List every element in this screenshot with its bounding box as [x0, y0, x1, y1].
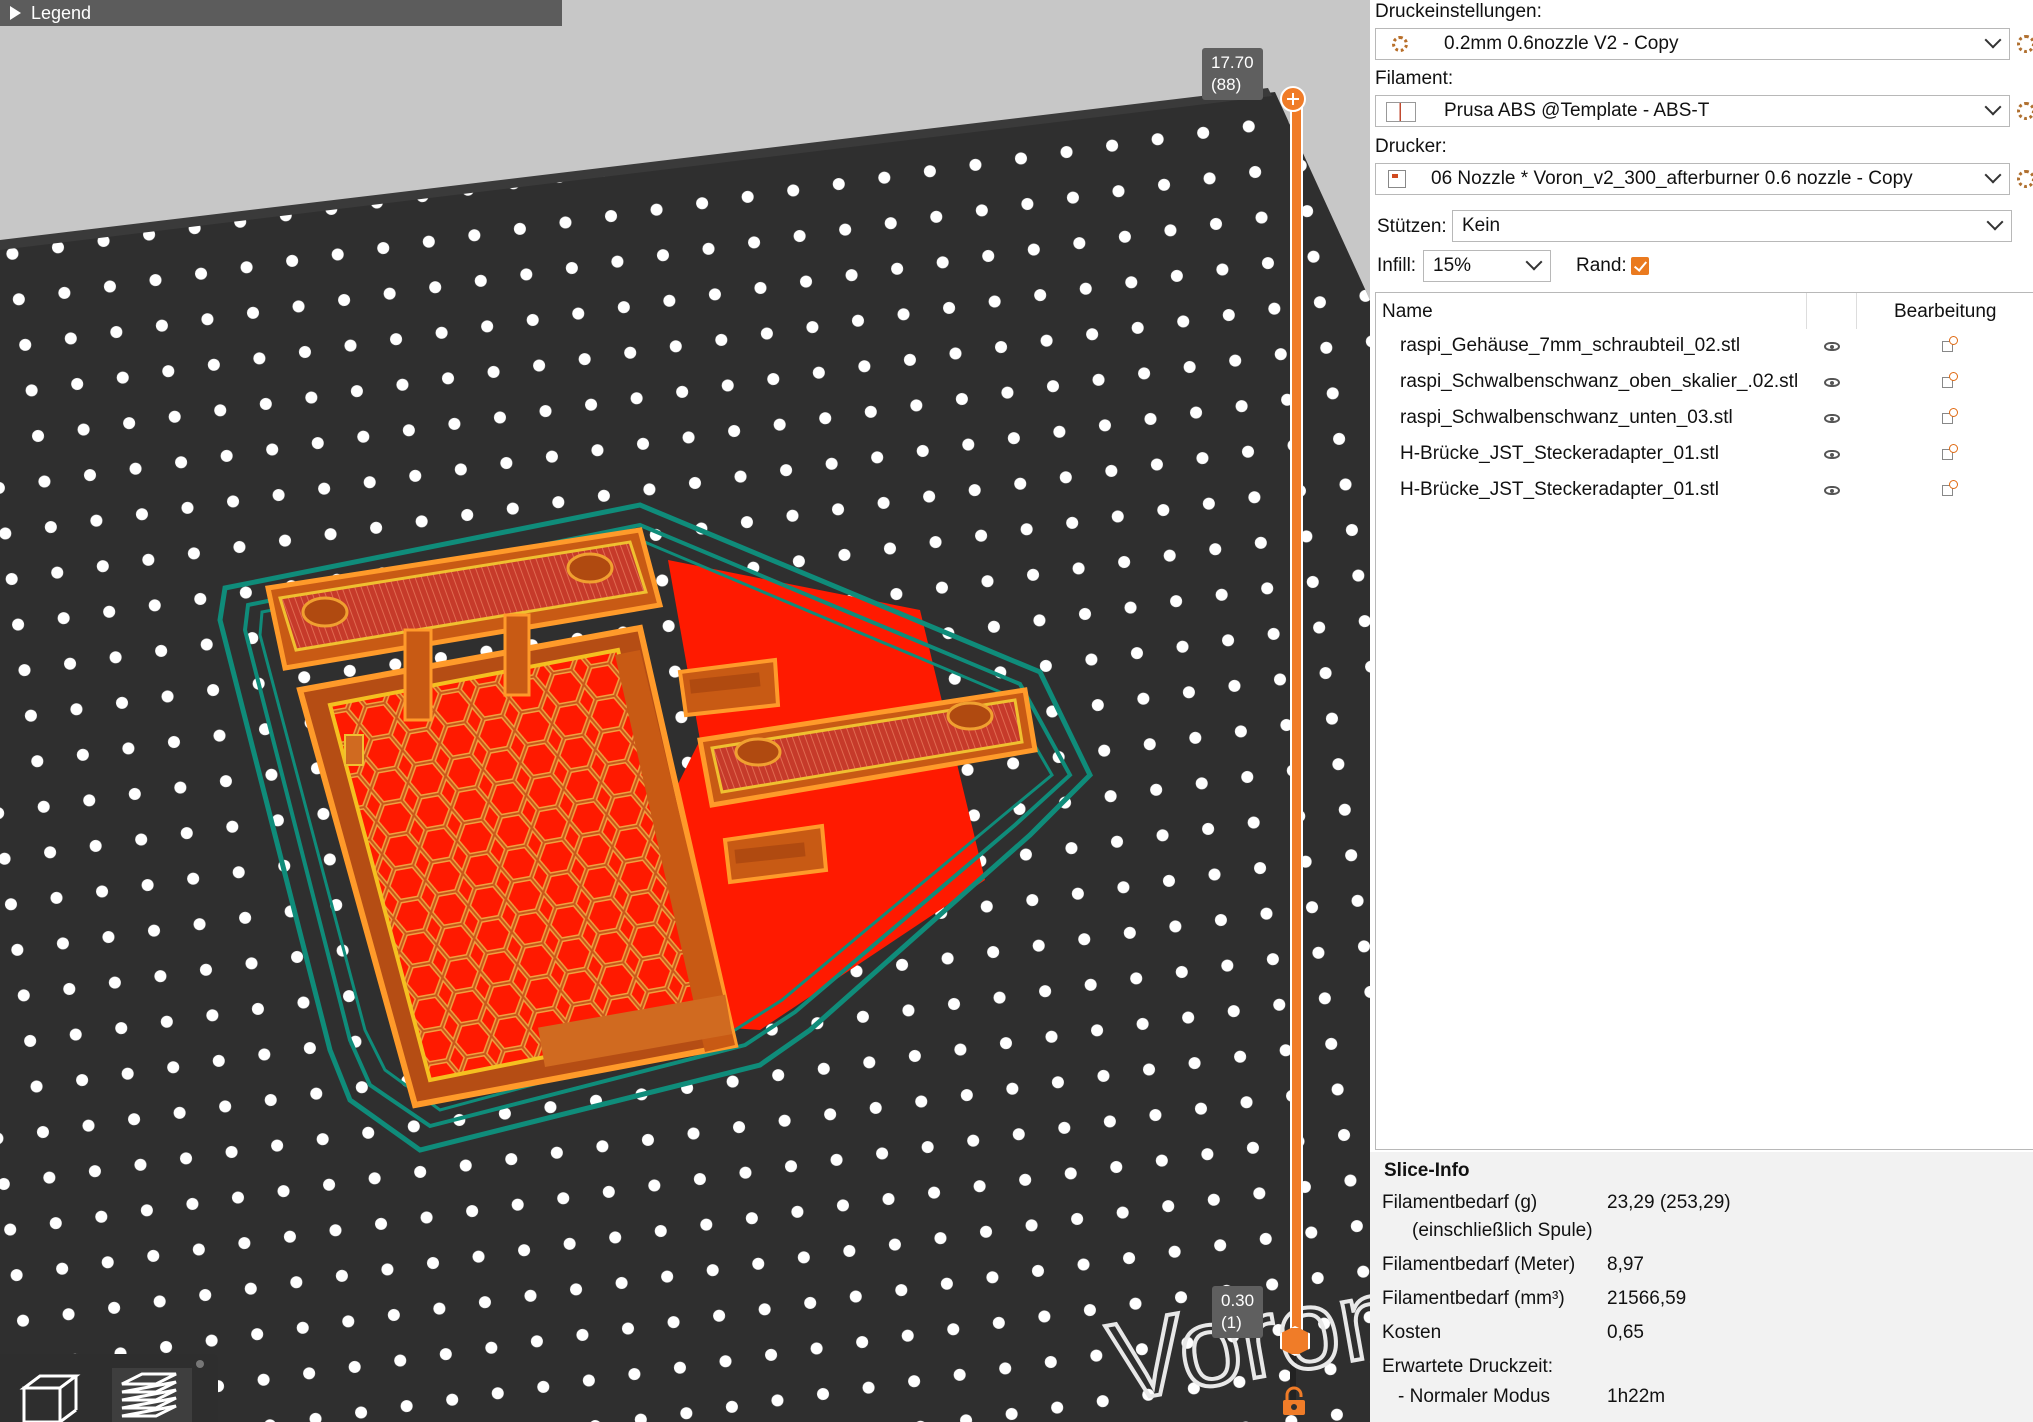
supports-value: Kein — [1462, 215, 1501, 236]
slider-bottom-height: 0.30 — [1221, 1291, 1255, 1310]
edit-object-icon[interactable] — [1942, 372, 1958, 388]
filament-g-sub: (einschließlich Spule) — [1412, 1220, 1593, 1241]
object-name: H-Brücke_JST_Steckeradapter_01.stl — [1400, 443, 1719, 464]
filament-mm3-value: 21566,59 — [1607, 1288, 1687, 1309]
visibility-eye-icon[interactable] — [1824, 414, 1840, 423]
print-settings-value: 0.2mm 0.6nozzle V2 - Copy — [1444, 33, 1679, 54]
print-bed-preview: Voron — [0, 88, 1370, 1422]
print-settings-label: Druckeinstellungen: — [1375, 1, 1542, 22]
view-toolbar — [0, 1354, 218, 1422]
infill-label: Infill: — [1377, 255, 1417, 276]
slice-info-panel: Slice-Info Filamentbedarf (g) 23,29 (253… — [1370, 1152, 2033, 1422]
edit-object-icon[interactable] — [1942, 408, 1958, 424]
object-row[interactable]: H-Brücke_JST_Steckeradapter_01.stl — [1376, 473, 2033, 509]
3d-viewport[interactable]: Voron Legend 17.70 (88) 0.30 (1) — [0, 0, 1370, 1422]
chevron-down-icon — [1984, 31, 2002, 49]
normal-mode-value: 1h22m — [1607, 1386, 1666, 1407]
filament-value: Prusa ABS @Template - ABS-T — [1444, 100, 1710, 121]
normal-mode-label: - Normaler Modus — [1398, 1386, 1551, 1407]
filament-m-value: 8,97 — [1607, 1254, 1644, 1275]
infill-combo[interactable]: 15% — [1423, 250, 1551, 282]
filament-label: Filament: — [1375, 68, 1454, 89]
layer-slider-top-handle[interactable] — [1280, 86, 1306, 112]
object-name: raspi_Gehäuse_7mm_schraubteil_02.stl — [1400, 335, 1741, 356]
print-settings-combo[interactable]: 0.2mm 0.6nozzle V2 - Copy — [1375, 28, 2010, 60]
edit-object-icon[interactable] — [1942, 480, 1958, 496]
filament-color-swatch-icon — [1386, 102, 1416, 122]
slice-info-title: Slice-Info — [1384, 1160, 1470, 1181]
edit-object-icon[interactable] — [1942, 444, 1958, 460]
visibility-eye-icon[interactable] — [1824, 486, 1840, 495]
layer-slider[interactable] — [1284, 95, 1304, 1345]
legend-label: Legend — [31, 3, 92, 23]
cost-value: 0,65 — [1607, 1322, 1644, 1343]
object-row[interactable]: raspi_Gehäuse_7mm_schraubteil_02.stl — [1376, 329, 2033, 365]
column-divider — [1806, 293, 1807, 329]
lock-icon[interactable] — [1280, 1386, 1308, 1416]
legend-toggle[interactable]: Legend — [0, 0, 562, 26]
object-row[interactable]: raspi_Schwalbenschwanz_oben_skalier_.02.… — [1376, 365, 2033, 401]
print-settings-edit-gear-icon[interactable] — [2017, 35, 2033, 53]
filament-m-label: Filamentbedarf (Meter) — [1382, 1254, 1576, 1275]
slider-top-height: 17.70 — [1211, 53, 1254, 72]
object-row[interactable]: raspi_Schwalbenschwanz_unten_03.stl — [1376, 401, 2033, 437]
filament-g-value: 23,29 (253,29) — [1607, 1192, 1731, 1213]
printer-value: 06 Nozzle * Voron_v2_300_afterburner 0.6… — [1431, 168, 1913, 189]
layer-slider-track — [1290, 95, 1303, 1345]
supports-label: Stützen: — [1377, 216, 1447, 237]
object-name: H-Brücke_JST_Steckeradapter_01.stl — [1400, 479, 1719, 500]
chevron-down-icon — [1984, 166, 2002, 184]
slider-bottom-label: 0.30 (1) — [1212, 1286, 1264, 1338]
object-name: raspi_Schwalbenschwanz_unten_03.stl — [1400, 407, 1733, 428]
visibility-eye-icon[interactable] — [1824, 342, 1840, 351]
filament-combo[interactable]: Prusa ABS @Template - ABS-T — [1375, 95, 2010, 127]
filament-mm3-label: Filamentbedarf (mm³) — [1382, 1288, 1565, 1309]
column-header-edit[interactable]: Bearbeitung — [1894, 301, 1996, 323]
expand-triangle-icon — [10, 6, 21, 20]
slider-top-layer: (88) — [1211, 75, 1242, 94]
filament-g-label: Filamentbedarf (g) — [1382, 1192, 1538, 1213]
printer-label: Drucker: — [1375, 136, 1447, 157]
slider-top-label: 17.70 (88) — [1202, 48, 1263, 100]
printer-combo[interactable]: 06 Nozzle * Voron_v2_300_afterburner 0.6… — [1375, 163, 2010, 195]
visibility-eye-icon[interactable] — [1824, 378, 1840, 387]
supports-combo[interactable]: Kein — [1452, 210, 2012, 242]
object-list-header: Name Bearbeitung — [1376, 293, 2033, 329]
column-divider — [1856, 293, 1857, 329]
infill-value: 15% — [1433, 255, 1472, 276]
chevron-down-icon — [1525, 253, 1543, 271]
printer-edit-gear-icon[interactable] — [2017, 170, 2033, 188]
object-name: raspi_Schwalbenschwanz_oben_skalier_.02.… — [1400, 371, 1799, 392]
brim-checkbox[interactable] — [1631, 257, 1649, 275]
visibility-eye-icon[interactable] — [1824, 450, 1840, 459]
slider-bottom-layer: (1) — [1221, 1313, 1242, 1332]
layers-view-icon[interactable] — [112, 1368, 192, 1422]
object-row[interactable]: H-Brücke_JST_Steckeradapter_01.stl — [1376, 437, 2033, 473]
chevron-down-icon — [1984, 98, 2002, 116]
part-h-bruecke-1 — [677, 657, 781, 718]
print-time-label: Erwartete Druckzeit: — [1382, 1356, 1554, 1377]
edit-object-icon[interactable] — [1942, 336, 1958, 352]
cost-label: Kosten — [1382, 1322, 1442, 1343]
printer-icon — [1388, 170, 1406, 188]
brim-label: Rand: — [1576, 255, 1627, 276]
chevron-down-icon — [1986, 213, 2004, 231]
column-header-name[interactable]: Name — [1382, 301, 1433, 323]
object-list[interactable]: Name Bearbeitung raspi_Gehäuse_7mm_schra… — [1375, 292, 2033, 1150]
filament-edit-gear-icon[interactable] — [2017, 102, 2033, 120]
3d-view-icon[interactable] — [10, 1368, 90, 1422]
print-settings-gear-icon — [1392, 36, 1408, 52]
toolbar-corner-dot — [196, 1360, 204, 1368]
